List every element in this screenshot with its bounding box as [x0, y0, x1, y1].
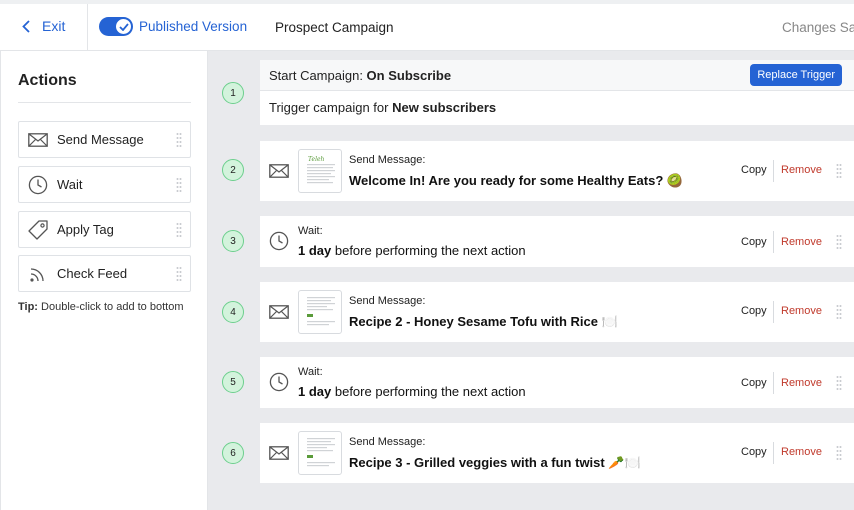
trigger-heading-value: On Subscribe — [366, 68, 452, 83]
step-title: Recipe 2 - Honey Sesame Tofu with Rice 🍽… — [349, 314, 618, 329]
action-divider — [773, 442, 774, 464]
step-number: 3 — [222, 230, 244, 252]
step-card-send-message[interactable]: Send Message: Recipe 2 - Honey Sesame To… — [260, 282, 854, 342]
header-divider — [87, 4, 88, 50]
action-apply-tag[interactable]: Apply Tag — [18, 211, 191, 248]
copy-button[interactable]: Copy — [741, 377, 767, 389]
wait-duration: 1 day — [298, 243, 332, 258]
exit-label: Exit — [42, 18, 66, 34]
drag-handle-icon[interactable] — [176, 222, 182, 238]
wait-description: before performing the next action — [331, 384, 526, 399]
step-number: 4 — [222, 301, 244, 323]
drag-handle-icon[interactable] — [836, 445, 842, 461]
svg-text:Teleh: Teleh — [308, 156, 325, 163]
step-title: Welcome In! Are you ready for some Healt… — [349, 173, 684, 188]
trigger-description-value: New subscribers — [392, 100, 497, 115]
step-card-wait[interactable]: Wait: 1 day before performing the next a… — [260, 216, 854, 267]
drag-handle-icon[interactable] — [836, 234, 842, 250]
email-thumbnail — [298, 290, 342, 334]
step-number: 5 — [222, 371, 244, 393]
envelope-icon — [19, 132, 57, 147]
clock-icon — [19, 175, 57, 195]
rss-icon — [19, 264, 57, 284]
action-divider — [773, 160, 774, 182]
sidebar-divider — [18, 102, 191, 103]
step-card-send-message[interactable]: Teleh Send Message: Welcome In! Are you … — [260, 141, 854, 201]
copy-button[interactable]: Copy — [741, 164, 767, 176]
chevron-left-icon — [22, 19, 30, 33]
clock-icon — [269, 372, 289, 392]
action-divider — [773, 372, 774, 394]
remove-button[interactable]: Remove — [781, 446, 822, 458]
action-label: Send Message — [57, 132, 144, 147]
actions-sidebar: Actions Send Message Wait Apply Tag Chec… — [0, 51, 208, 510]
step-title: 1 day before performing the next action — [298, 384, 526, 399]
copy-button[interactable]: Copy — [741, 236, 767, 248]
drag-handle-icon[interactable] — [836, 163, 842, 179]
envelope-icon — [269, 443, 289, 463]
step-type-label: Wait: — [298, 366, 323, 378]
envelope-icon — [269, 161, 289, 181]
email-thumbnail: Teleh — [298, 149, 342, 193]
remove-button[interactable]: Remove — [781, 164, 822, 176]
step-card-wait[interactable]: Wait: 1 day before performing the next a… — [260, 357, 854, 408]
step-type-label: Send Message: — [349, 436, 426, 448]
step-title: Recipe 3 - Grilled veggies with a fun tw… — [349, 455, 641, 470]
action-divider — [773, 231, 774, 253]
tip-bold: Tip: — [18, 301, 38, 313]
wait-duration: 1 day — [298, 384, 332, 399]
action-divider — [773, 301, 774, 323]
envelope-icon — [269, 302, 289, 322]
trigger-card[interactable]: Start Campaign: On Subscribe Replace Tri… — [260, 60, 854, 125]
trigger-heading-prefix: Start Campaign: — [269, 68, 367, 83]
published-version-toggle-group: Published Version — [99, 17, 247, 36]
trigger-description: Trigger campaign for New subscribers — [269, 100, 496, 115]
actions-heading: Actions — [18, 72, 77, 89]
action-check-feed[interactable]: Check Feed — [18, 255, 191, 292]
step-number: 6 — [222, 442, 244, 464]
published-version-toggle[interactable] — [99, 17, 133, 36]
action-label: Wait — [57, 177, 83, 192]
drag-handle-icon[interactable] — [176, 266, 182, 282]
action-wait[interactable]: Wait — [18, 166, 191, 203]
check-icon — [118, 22, 129, 31]
step-number: 2 — [222, 159, 244, 181]
tip-text: Double-click to add to bottom — [37, 301, 184, 313]
step-card-send-message[interactable]: Send Message: Recipe 3 - Grilled veggies… — [260, 423, 854, 483]
step-number: 1 — [222, 82, 244, 104]
action-label: Apply Tag — [57, 222, 114, 237]
save-status: Changes Sav — [782, 20, 854, 35]
exit-button[interactable]: Exit — [22, 18, 65, 34]
trigger-header: Start Campaign: On Subscribe Replace Tri… — [260, 60, 854, 91]
remove-button[interactable]: Remove — [781, 305, 822, 317]
trigger-description-prefix: Trigger campaign for — [269, 100, 393, 115]
drag-handle-icon[interactable] — [176, 177, 182, 193]
action-send-message[interactable]: Send Message — [18, 121, 191, 158]
remove-button[interactable]: Remove — [781, 236, 822, 248]
top-bar: Exit Published Version Prospect Campaign… — [0, 0, 854, 51]
copy-button[interactable]: Copy — [741, 446, 767, 458]
action-label: Check Feed — [57, 266, 128, 281]
drag-handle-icon[interactable] — [176, 132, 182, 148]
step-type-label: Send Message: — [349, 154, 426, 166]
campaign-canvas: 1 Start Campaign: On Subscribe Replace T… — [208, 51, 854, 510]
wait-description: before performing the next action — [331, 243, 526, 258]
trigger-heading: Start Campaign: On Subscribe — [269, 68, 451, 83]
toggle-knob — [116, 19, 131, 34]
campaign-title: Prospect Campaign — [275, 20, 394, 35]
step-type-label: Wait: — [298, 225, 323, 237]
drag-handle-icon[interactable] — [836, 375, 842, 391]
step-title: 1 day before performing the next action — [298, 243, 526, 258]
step-type-label: Send Message: — [349, 295, 426, 307]
copy-button[interactable]: Copy — [741, 305, 767, 317]
email-thumbnail — [298, 431, 342, 475]
clock-icon — [269, 231, 289, 251]
drag-handle-icon[interactable] — [836, 304, 842, 320]
sidebar-tip: Tip: Double-click to add to bottom — [18, 301, 184, 313]
replace-trigger-button[interactable]: Replace Trigger — [750, 64, 842, 86]
remove-button[interactable]: Remove — [781, 377, 822, 389]
tag-icon — [19, 219, 57, 241]
published-version-label: Published Version — [139, 19, 248, 34]
